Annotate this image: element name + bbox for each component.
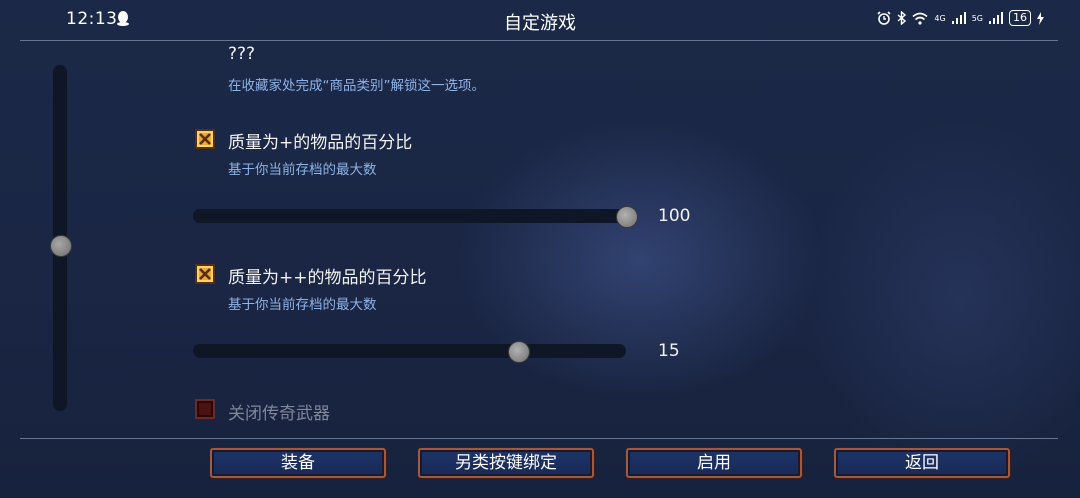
bluetooth-icon (897, 11, 907, 25)
quality-plus-checkbox[interactable] (195, 129, 215, 149)
quality-plus-slider-value: 100 (658, 206, 691, 226)
enable-button[interactable]: 启用 (626, 448, 802, 478)
quality-plusplus-title: 质量为++的物品的百分比 (228, 268, 427, 288)
network-5g-label: 5G (971, 13, 983, 23)
alarm-icon (877, 11, 891, 25)
signal-4g-icon (951, 12, 966, 24)
quality-plusplus-slider-value: 15 (658, 341, 680, 361)
locked-option-title: ??? (228, 44, 256, 64)
locked-option-description: 在收藏家处完成“商品类别”解锁这一选项。 (228, 78, 485, 94)
quality-plusplus-checkbox[interactable] (195, 264, 215, 284)
disable-legendary-weapons-label: 关闭传奇武器 (228, 404, 330, 424)
quality-plusplus-slider-thumb[interactable] (508, 341, 530, 363)
header-divider (20, 40, 1058, 41)
wifi-icon (912, 12, 928, 25)
quality-plusplus-description: 基于你当前存档的最大数 (228, 297, 377, 313)
system-status-icons: 4G 5G 16 (877, 10, 1044, 26)
quality-plus-slider-thumb[interactable] (616, 206, 638, 228)
footer-divider (20, 438, 1058, 439)
alt-keybind-button[interactable]: 另类按键绑定 (418, 448, 594, 478)
options-scrollbar-thumb[interactable] (50, 235, 72, 257)
signal-5g-icon (989, 12, 1003, 24)
quality-plus-description: 基于你当前存档的最大数 (228, 162, 377, 178)
status-bar: 12:13 自定游戏 4G 5G 16 (0, 0, 1080, 40)
back-button[interactable]: 返回 (834, 448, 1010, 478)
checked-x-icon (199, 133, 211, 145)
quality-plus-slider[interactable] (193, 209, 633, 223)
quality-plusplus-slider[interactable] (193, 344, 626, 358)
network-4g-label: 4G (934, 13, 946, 23)
equip-button[interactable]: 装备 (210, 448, 386, 478)
checked-x-icon (199, 268, 211, 280)
disable-legendary-weapons-checkbox[interactable] (195, 399, 215, 419)
battery-level: 16 (1009, 10, 1031, 26)
quality-plus-title: 质量为+的物品的百分比 (228, 133, 413, 153)
charging-icon (1037, 11, 1044, 25)
